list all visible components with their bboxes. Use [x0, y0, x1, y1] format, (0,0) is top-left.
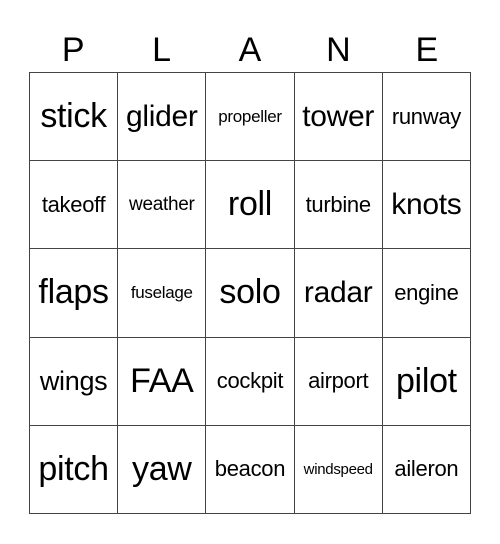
bingo-cell[interactable]: engine: [382, 249, 471, 338]
bingo-cell[interactable]: windspeed: [294, 425, 383, 514]
bingo-cell[interactable]: runway: [382, 73, 471, 162]
bingo-cell[interactable]: glider: [118, 73, 207, 162]
header-letter-n: N: [326, 31, 351, 69]
bingo-cell[interactable]: pitch: [30, 425, 119, 514]
bingo-cell[interactable]: takeoff: [30, 161, 119, 250]
bingo-cell[interactable]: solo: [206, 249, 295, 338]
bingo-cell[interactable]: aileron: [382, 425, 471, 514]
bingo-cell[interactable]: wings: [30, 337, 119, 426]
bingo-cell[interactable]: weather: [118, 161, 207, 250]
bingo-cell[interactable]: yaw: [118, 425, 207, 514]
bingo-cell[interactable]: fuselage: [118, 249, 207, 338]
bingo-cell[interactable]: stick: [30, 73, 119, 162]
bingo-cell[interactable]: airport: [294, 337, 383, 426]
bingo-cell[interactable]: FAA: [118, 337, 207, 426]
bingo-cell[interactable]: roll: [206, 161, 295, 250]
bingo-cell[interactable]: flaps: [30, 249, 119, 338]
bingo-header: P L A N E: [29, 28, 471, 72]
header-letter-e: E: [415, 31, 439, 69]
header-letter-l: L: [152, 31, 172, 69]
bingo-cell[interactable]: turbine: [294, 161, 383, 250]
bingo-cell[interactable]: pilot: [382, 337, 471, 426]
bingo-cell[interactable]: beacon: [206, 425, 295, 514]
header-letter-a: A: [238, 31, 262, 69]
bingo-cell[interactable]: tower: [294, 73, 383, 162]
bingo-grid: stick glider propeller tower runway take…: [29, 72, 471, 514]
header-letter-p: P: [61, 31, 85, 69]
bingo-cell[interactable]: propeller: [206, 73, 295, 162]
bingo-cell[interactable]: radar: [294, 249, 383, 338]
bingo-cell[interactable]: knots: [382, 161, 471, 250]
bingo-cell[interactable]: cockpit: [206, 337, 295, 426]
